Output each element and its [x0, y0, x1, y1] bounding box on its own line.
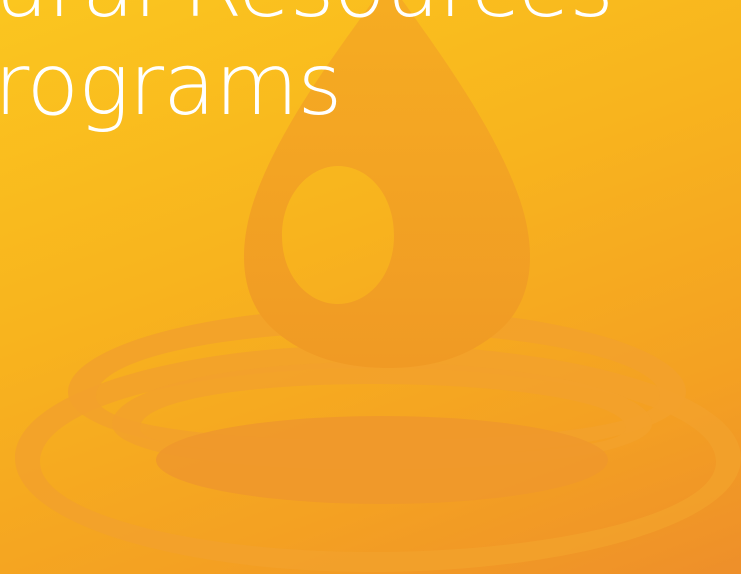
tile-title-line-2: rograms: [0, 35, 342, 135]
tile-title-line-1: ural Resources: [0, 0, 614, 30]
ripple-center-ellipse: [156, 416, 608, 504]
app-tile[interactable]: ural Resources rograms: [0, 0, 741, 574]
